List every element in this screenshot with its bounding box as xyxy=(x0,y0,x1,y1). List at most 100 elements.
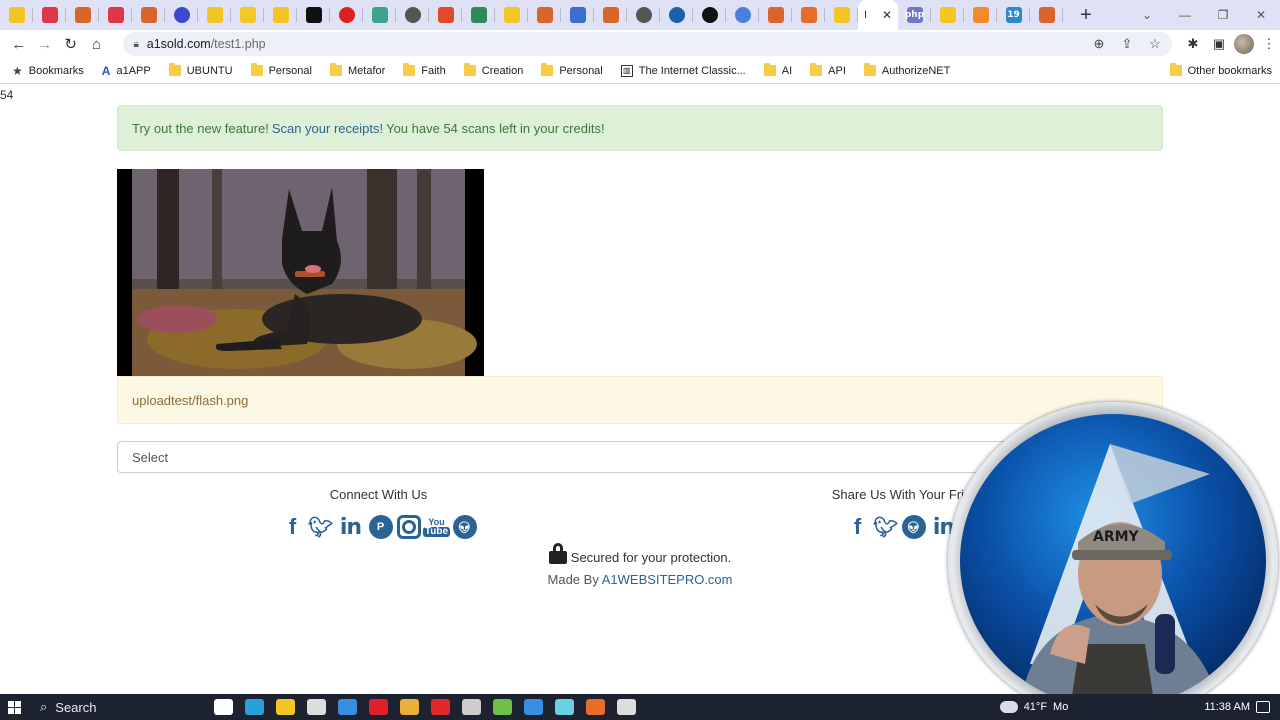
pinterest-icon[interactable]: P xyxy=(368,515,393,539)
linkedin-icon[interactable]: in xyxy=(337,514,365,540)
forward-button[interactable]: → xyxy=(32,31,58,57)
search-icon: ⌕ xyxy=(40,699,48,714)
taskbar-search[interactable]: ⌕ Search xyxy=(28,694,198,720)
tab-close-icon[interactable]: ✕ xyxy=(882,8,892,22)
network-icon[interactable] xyxy=(462,699,481,715)
edge-icon[interactable] xyxy=(245,699,264,715)
reload-button[interactable]: ↻ xyxy=(58,31,84,57)
start-button[interactable] xyxy=(0,694,28,720)
bookmark-item[interactable]: Metafor xyxy=(329,63,385,77)
tab-after-3[interactable]: 19 xyxy=(997,0,1030,30)
bookmark-label: The Internet Classic... xyxy=(638,64,746,77)
zoom-icon[interactable]: ⊕ xyxy=(1088,36,1110,52)
bookmark-item[interactable]: Creation xyxy=(463,63,523,77)
tab-3[interactable] xyxy=(99,0,132,30)
bookmark-item[interactable]: Faith xyxy=(403,63,446,77)
tab-14[interactable] xyxy=(462,0,495,30)
twitter-icon[interactable]: 🐦︎ xyxy=(308,514,333,540)
share-icon[interactable]: ⇪ xyxy=(1116,36,1138,52)
obs-icon[interactable] xyxy=(617,699,636,715)
tab-4[interactable] xyxy=(132,0,165,30)
menu-icon[interactable]: ⋮ xyxy=(1258,36,1280,52)
bookmark-item[interactable]: ★ Bookmarks xyxy=(12,64,84,78)
tab-after-0[interactable]: php xyxy=(898,0,931,30)
tab-23[interactable] xyxy=(759,0,792,30)
store-icon[interactable] xyxy=(307,699,326,715)
chrome-icon[interactable] xyxy=(400,699,419,715)
taskview-icon[interactable] xyxy=(214,699,233,715)
tab-5[interactable] xyxy=(165,0,198,30)
facebook-icon[interactable]: f xyxy=(281,514,305,540)
reddit-icon[interactable]: 👽︎ xyxy=(452,515,477,539)
bookmark-item[interactable]: ▥ The Internet Classic... xyxy=(620,64,746,77)
tab-19[interactable] xyxy=(627,0,660,30)
minimize-button[interactable]: — xyxy=(1166,0,1204,30)
lock-icon[interactable]: 🔒︎ xyxy=(133,39,138,50)
tab-12[interactable] xyxy=(396,0,429,30)
tab-2[interactable] xyxy=(66,0,99,30)
bookmark-item[interactable]: API xyxy=(810,63,846,77)
photos-icon[interactable] xyxy=(524,699,543,715)
tab-active-label: I xyxy=(864,9,868,21)
youtube-icon[interactable]: You Tube xyxy=(422,514,451,540)
tab-1[interactable] xyxy=(33,0,66,30)
reddit-icon[interactable]: 👽︎ xyxy=(901,515,926,539)
tab-6[interactable] xyxy=(198,0,231,30)
tab-22[interactable] xyxy=(726,0,759,30)
tab-18[interactable] xyxy=(594,0,627,30)
editor-icon[interactable] xyxy=(555,699,574,715)
instagram-icon[interactable] xyxy=(396,515,421,539)
notepad-icon[interactable] xyxy=(493,699,512,715)
tab-11[interactable] xyxy=(363,0,396,30)
bookmark-item[interactable]: AI xyxy=(763,63,792,77)
xampp-icon[interactable] xyxy=(586,699,605,715)
tab-search-icon[interactable]: ⌄ xyxy=(1128,0,1166,30)
notification-icon[interactable] xyxy=(1256,701,1270,713)
tab-10[interactable] xyxy=(330,0,363,30)
tab-after-1[interactable] xyxy=(931,0,964,30)
bookmark-star-icon[interactable]: ☆ xyxy=(1144,36,1166,52)
back-button[interactable]: ← xyxy=(6,31,32,57)
profile-avatar[interactable] xyxy=(1233,34,1254,54)
tab-16[interactable] xyxy=(528,0,561,30)
tab-after-4[interactable] xyxy=(1030,0,1063,30)
other-bookmarks[interactable]: Other bookmarks xyxy=(1169,63,1272,77)
tab-17[interactable] xyxy=(561,0,594,30)
facebook-icon[interactable]: f xyxy=(846,514,870,540)
tab-15[interactable] xyxy=(495,0,528,30)
extensions-icon[interactable]: ✱ xyxy=(1182,36,1204,52)
bookmark-item[interactable]: AuthorizeNET xyxy=(863,63,950,77)
side-panel-icon[interactable]: ▣ xyxy=(1208,36,1230,52)
app-icon[interactable] xyxy=(431,699,450,715)
restore-button[interactable]: ❐ xyxy=(1204,0,1242,30)
folder-icon xyxy=(1169,63,1182,76)
tab-20[interactable] xyxy=(660,0,693,30)
bookmark-item[interactable]: Personal xyxy=(250,63,312,77)
tab-21[interactable] xyxy=(693,0,726,30)
new-tab-button[interactable]: + xyxy=(1071,0,1101,30)
tab-active[interactable]: I ✕ xyxy=(858,0,898,30)
tab-8[interactable] xyxy=(264,0,297,30)
tab-24[interactable] xyxy=(792,0,825,30)
clock[interactable]: 11:38 AM xyxy=(1204,701,1250,713)
tab-13[interactable] xyxy=(429,0,462,30)
tab-0[interactable] xyxy=(0,0,33,30)
bookmark-item[interactable]: Personal xyxy=(541,63,603,77)
close-window-button[interactable]: ✕ xyxy=(1242,0,1280,30)
home-button[interactable]: ⌂ xyxy=(84,31,110,57)
address-bar[interactable]: 🔒︎ a1sold.com /test1.php ⊕ ⇪ ☆ xyxy=(123,32,1172,56)
explorer-icon[interactable] xyxy=(276,699,295,715)
bookmark-item[interactable]: Aa1APP xyxy=(102,64,151,78)
opera-icon[interactable] xyxy=(369,699,388,715)
github-icon xyxy=(404,7,421,23)
twitter-icon[interactable]: 🐦︎ xyxy=(873,514,898,540)
mail-icon[interactable] xyxy=(338,699,357,715)
scan-receipts-link[interactable]: Scan your receipts! xyxy=(272,121,383,136)
tab-25[interactable] xyxy=(825,0,858,30)
tab-after-2[interactable] xyxy=(964,0,997,30)
bookmark-item[interactable]: UBUNTU xyxy=(168,63,233,77)
tab-9[interactable] xyxy=(297,0,330,30)
weather-icon[interactable] xyxy=(999,701,1018,713)
made-by-link[interactable]: A1WEBSITEPRO.com xyxy=(602,572,733,587)
tab-7[interactable] xyxy=(231,0,264,30)
